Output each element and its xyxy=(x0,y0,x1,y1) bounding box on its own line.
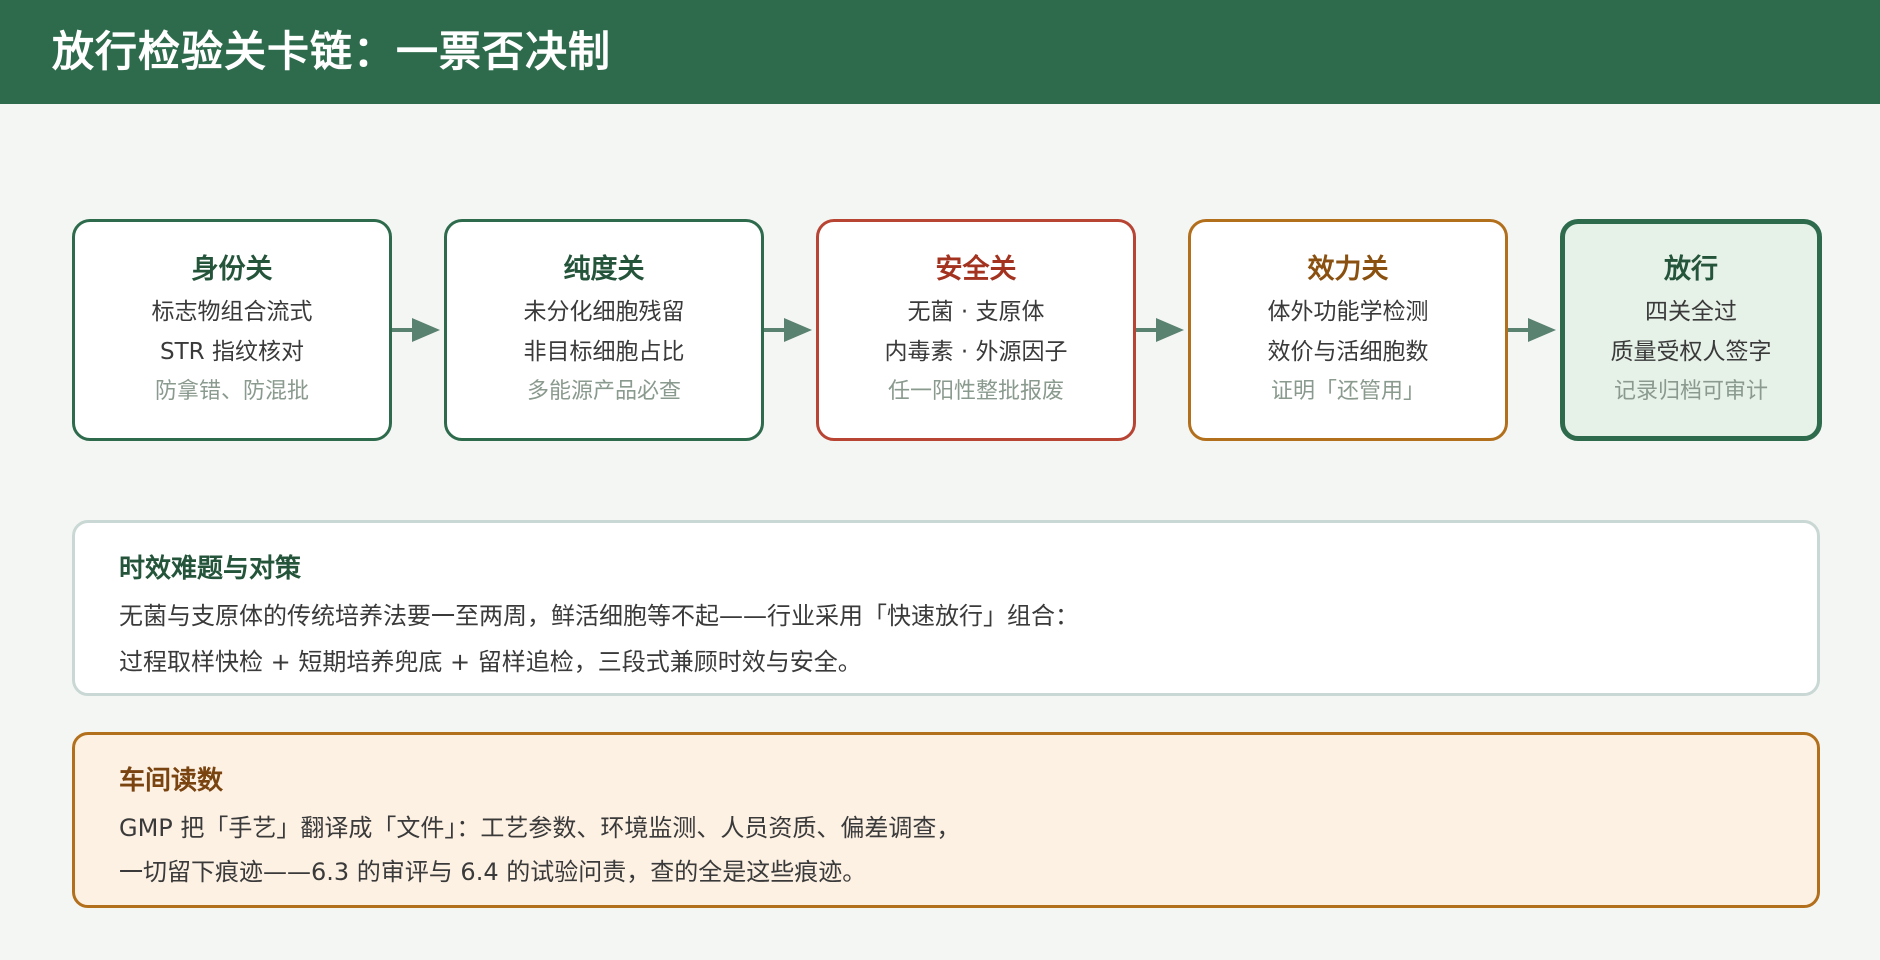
stage-line: 四关全过 xyxy=(1645,299,1737,325)
stage-card-identity: 身份关 标志物组合流式 STR 指纹核对 防拿错、防混批 xyxy=(72,219,392,441)
stage-card-potency: 效力关 体外功能学检测 效价与活细胞数 证明「还管用」 xyxy=(1188,219,1508,441)
stage-title: 安全关 xyxy=(935,254,1017,285)
stage-note: 证明「还管用」 xyxy=(1270,379,1425,404)
page-title: 放行检验关卡链：一票否决制 xyxy=(52,27,612,76)
stage-title: 放行 xyxy=(1664,254,1718,285)
stage-note: 防拿错、防混批 xyxy=(154,379,309,404)
stage-line: 质量受权人签字 xyxy=(1610,339,1772,365)
timing-panel: 时效难题与对策 无菌与支原体的传统培养法要一至两周，鲜活细胞等不起——行业采用「… xyxy=(72,520,1820,696)
timing-panel-line: 过程取样快检 + 短期培养兜底 + 留样追检，三段式兼顾时效与安全。 xyxy=(119,648,862,676)
stage-note: 多能源产品必查 xyxy=(526,379,681,404)
timing-panel-title: 时效难题与对策 xyxy=(119,554,302,584)
flow-arrow xyxy=(392,318,440,342)
header-bar: 放行检验关卡链：一票否决制 xyxy=(0,0,1880,104)
stage-line: 内毒素 · 外源因子 xyxy=(884,339,1068,365)
stage-card-release: 放行 四关全过 质量受权人签字 记录归档可审计 xyxy=(1560,219,1822,441)
stage-line: 未分化细胞残留 xyxy=(523,299,685,325)
stage-line: 体外功能学检测 xyxy=(1267,299,1429,325)
flow-arrow xyxy=(764,318,812,342)
stage-note: 任一阳性整批报废 xyxy=(887,379,1064,404)
stage-line: STR 指纹核对 xyxy=(160,339,304,365)
flow-arrow xyxy=(1136,318,1184,342)
workshop-panel: 车间读数 GMP 把「手艺」翻译成「文件」：工艺参数、环境监测、人员资质、偏差调… xyxy=(72,732,1820,908)
stage-card-purity: 纯度关 未分化细胞残留 非目标细胞占比 多能源产品必查 xyxy=(444,219,764,441)
stage-line: 标志物组合流式 xyxy=(151,299,313,325)
workshop-panel-title: 车间读数 xyxy=(119,766,224,796)
stage-card-safety: 安全关 无菌 · 支原体 内毒素 · 外源因子 任一阳性整批报废 xyxy=(816,219,1136,441)
flow-arrow xyxy=(1508,318,1556,342)
workshop-panel-line: GMP 把「手艺」翻译成「文件」：工艺参数、环境监测、人员资质、偏差调查， xyxy=(119,814,961,842)
stage-title: 身份关 xyxy=(191,254,273,285)
stage-line: 效价与活细胞数 xyxy=(1267,339,1429,365)
stage-note: 记录归档可审计 xyxy=(1613,379,1768,404)
stage-title: 效力关 xyxy=(1307,254,1389,285)
stage-title: 纯度关 xyxy=(563,254,645,285)
workshop-panel-line: 一切留下痕迹——6.3 的审评与 6.4 的试验问责，查的全是这些痕迹。 xyxy=(119,858,867,886)
stage-line: 非目标细胞占比 xyxy=(523,339,685,365)
stage-line: 无菌 · 支原体 xyxy=(907,299,1045,325)
timing-panel-line: 无菌与支原体的传统培养法要一至两周，鲜活细胞等不起——行业采用「快速放行」组合： xyxy=(119,602,1079,630)
